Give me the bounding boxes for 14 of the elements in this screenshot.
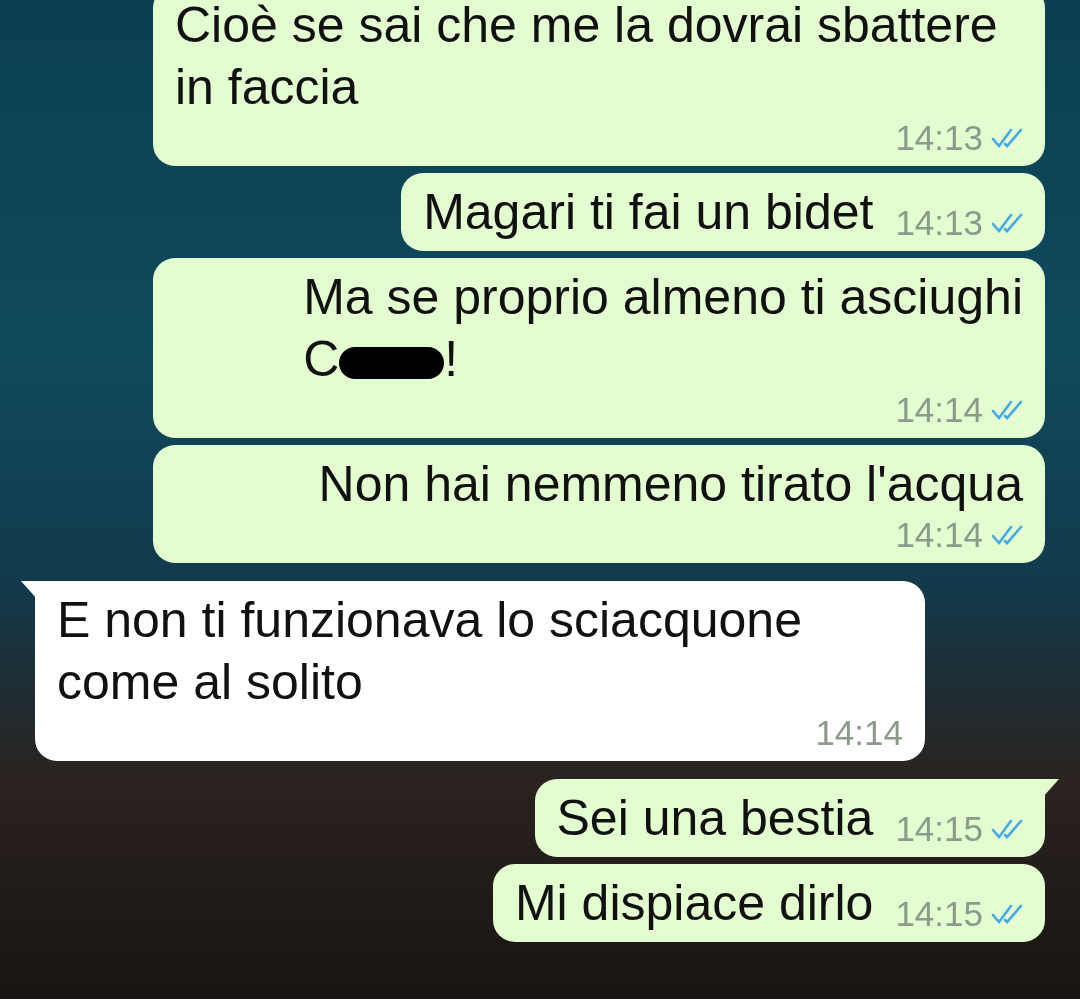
- message-text: Sei una bestia: [556, 789, 874, 848]
- message-text: E non ti funzionava lo sciacquone come al solito: [57, 591, 803, 712]
- message-time: 14:14: [815, 713, 903, 753]
- message-time: 14:15: [895, 809, 983, 849]
- message-text: Ma se proprio almeno ti asciughi C !: [303, 268, 1023, 389]
- message-time: 14:13: [895, 203, 983, 243]
- message-time: 14:14: [895, 515, 983, 555]
- message-text: Non hai nemmeno tirato l'acqua: [318, 455, 1023, 514]
- message-time: 14:14: [895, 390, 983, 430]
- message-time: 14:15: [895, 894, 983, 934]
- message-text: Cioè se sai che me la dovrai sbattere in faccia: [175, 0, 999, 117]
- message-time: 14:13: [895, 118, 983, 158]
- message-text: Magari ti fai un bidet: [423, 183, 874, 242]
- message-text: Mi dispiace dirlo: [514, 874, 874, 933]
